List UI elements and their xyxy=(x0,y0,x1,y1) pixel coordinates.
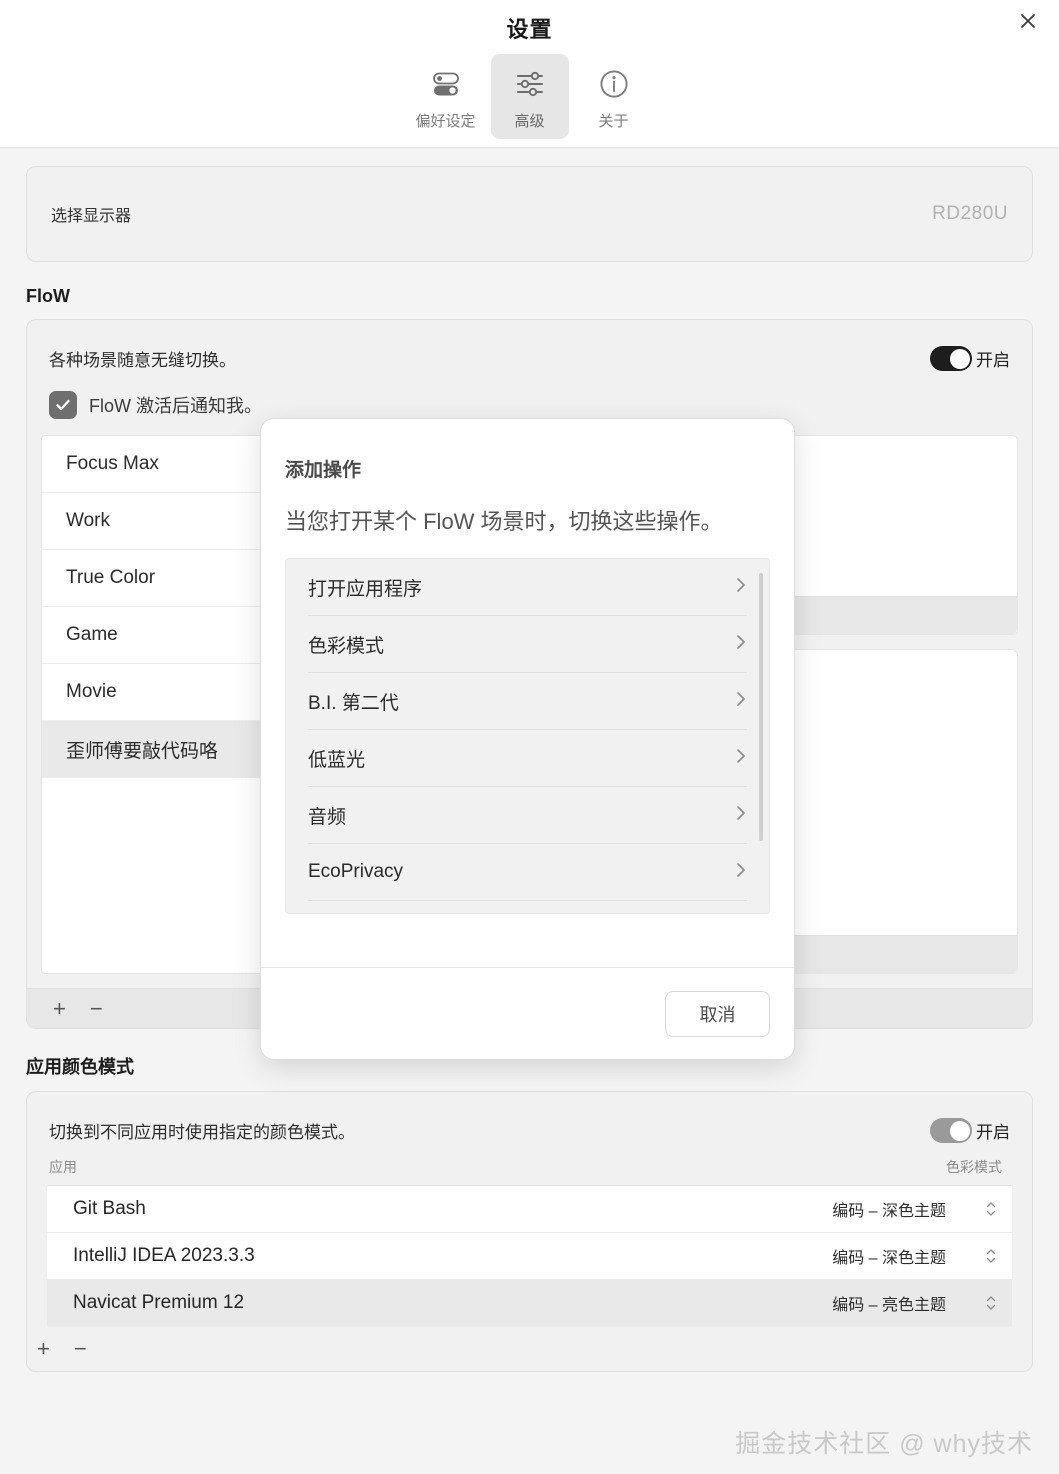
appmode-remove-button[interactable]: − xyxy=(74,1338,87,1360)
stepper-arrows-icon xyxy=(986,1202,996,1216)
monitor-selector[interactable]: 选择显示器 RD280U xyxy=(26,166,1033,262)
scene-item-label: True Color xyxy=(66,567,156,588)
appmode-toggle-switch[interactable] xyxy=(930,1118,972,1143)
flow-toggle-switch[interactable] xyxy=(930,346,972,371)
appmode-toggle[interactable]: 开启 xyxy=(930,1118,1010,1143)
chevron-right-icon xyxy=(735,633,747,655)
appmode-description: 切换到不同应用时使用指定的颜色模式。 xyxy=(49,1123,355,1142)
flow-notify-label: FloW 激活后通知我。 xyxy=(89,396,262,416)
appmode-toggle-label: 开启 xyxy=(976,1123,1010,1142)
list-item-label: EcoPrivacy xyxy=(308,861,404,882)
app-mode-value: 编码 – 深色主题 xyxy=(832,1203,946,1220)
list-item-label: 低蓝光 xyxy=(308,749,366,771)
app-mode-value: 编码 – 亮色主题 xyxy=(832,1297,946,1314)
close-icon xyxy=(1018,11,1038,36)
monitor-selector-label: 选择显示器 xyxy=(51,208,132,225)
list-item-label: 打开应用程序 xyxy=(308,578,423,600)
app-mode-value: 编码 – 深色主题 xyxy=(832,1250,946,1267)
dialog-footer: 取消 xyxy=(261,967,794,1059)
chevron-right-icon xyxy=(735,747,747,769)
app-name: Git Bash xyxy=(73,1198,146,1219)
flow-notify-checkbox[interactable] xyxy=(49,391,77,419)
list-item[interactable]: B.I. 第二代 xyxy=(308,673,747,730)
scene-item-label: Movie xyxy=(66,681,117,702)
flow-toggle-knob xyxy=(949,348,970,369)
table-row[interactable]: Git Bash 编码 – 深色主题 xyxy=(47,1186,1012,1233)
flow-section-title: FloW xyxy=(26,286,70,306)
column-header-app: 应用 xyxy=(49,1159,77,1175)
tab-preferences[interactable]: 偏好设定 xyxy=(407,54,485,139)
info-icon xyxy=(575,64,653,104)
page-title: 设置 xyxy=(506,17,553,42)
mode-stepper[interactable] xyxy=(980,1245,1002,1267)
check-icon xyxy=(56,399,70,411)
flow-description: 各种场景随意无缝切换。 xyxy=(49,351,236,370)
app-name: Navicat Premium 12 xyxy=(73,1292,245,1313)
chevron-right-icon xyxy=(735,576,747,598)
chevron-right-icon xyxy=(735,804,747,826)
tab-advanced-label: 高级 xyxy=(514,113,545,130)
scene-item-label: Work xyxy=(66,510,110,531)
appmode-toggle-knob xyxy=(949,1120,970,1141)
dialog-action-listbox: 打开应用程序 色彩模式 B.I. 第二代 低蓝光 音频 EcoPrivacy xyxy=(285,558,770,914)
list-item[interactable]: 低蓝光 xyxy=(308,730,747,787)
sliders-icon xyxy=(491,64,569,104)
scene-item-label: 歪师傅要敲代码咯 xyxy=(66,740,219,762)
scene-item-label: Focus Max xyxy=(66,453,159,474)
appmode-add-button[interactable]: + xyxy=(37,1338,50,1360)
stepper-arrows-icon xyxy=(986,1296,996,1310)
add-action-dialog: 添加操作 当您打开某个 FloW 场景时，切换这些操作。 打开应用程序 色彩模式… xyxy=(260,418,795,1060)
dialog-title: 添加操作 xyxy=(285,460,362,481)
list-item-label: B.I. 第二代 xyxy=(308,692,399,714)
table-row[interactable]: IntelliJ IDEA 2023.3.3 编码 – 深色主题 xyxy=(47,1233,1012,1280)
tab-about[interactable]: 关于 xyxy=(575,54,653,139)
app-name: IntelliJ IDEA 2023.3.3 xyxy=(73,1245,255,1266)
monitor-selector-value: RD280U xyxy=(932,203,1008,224)
list-item[interactable]: EcoPrivacy xyxy=(308,844,747,901)
chevron-right-icon xyxy=(735,690,747,712)
flow-remove-button[interactable]: − xyxy=(90,997,103,1020)
close-button[interactable] xyxy=(1011,6,1045,40)
list-item-label: 色彩模式 xyxy=(308,635,385,657)
tab-preferences-label: 偏好设定 xyxy=(415,113,476,130)
appmode-card: 切换到不同应用时使用指定的颜色模式。 开启 应用 色彩模式 Git Bash 编… xyxy=(26,1091,1033,1372)
appmode-list-toolbar: + − xyxy=(27,1327,1032,1371)
tab-advanced[interactable]: 高级 xyxy=(490,54,569,139)
column-header-mode: 色彩模式 xyxy=(946,1159,1002,1175)
list-item[interactable]: 打开应用程序 xyxy=(308,559,747,616)
chevron-right-icon xyxy=(735,861,747,883)
flow-header-row: 各种场景随意无缝切换。 开启 xyxy=(27,320,1032,377)
watermark: 掘金技术社区 @ why技术 xyxy=(735,1430,1033,1458)
dialog-list-scrollbar[interactable] xyxy=(759,573,763,841)
toggles-icon xyxy=(407,64,485,104)
appmode-column-headers: 应用 色彩模式 xyxy=(27,1151,1032,1185)
flow-toggle-label: 开启 xyxy=(976,351,1010,370)
appmode-header-row: 切换到不同应用时使用指定的颜色模式。 开启 xyxy=(27,1092,1032,1151)
scene-item-label: Game xyxy=(66,624,118,645)
dialog-action-list: 打开应用程序 色彩模式 B.I. 第二代 低蓝光 音频 EcoPrivacy xyxy=(286,559,769,901)
settings-tabbar: 偏好设定 高级 关于 xyxy=(0,54,1059,139)
list-item[interactable]: 色彩模式 xyxy=(308,616,747,673)
mode-stepper[interactable] xyxy=(980,1292,1002,1314)
appmode-table: Git Bash 编码 – 深色主题 IntelliJ IDEA 2023.3.… xyxy=(47,1185,1012,1327)
cancel-button[interactable]: 取消 xyxy=(665,990,770,1037)
flow-add-button[interactable]: + xyxy=(53,997,66,1020)
list-item[interactable]: 音频 xyxy=(308,787,747,844)
stepper-arrows-icon xyxy=(986,1249,996,1263)
dialog-subtitle: 当您打开某个 FloW 场景时，切换这些操作。 xyxy=(285,509,723,534)
window-titlebar: 设置 偏好设定 高级 关于 xyxy=(0,0,1059,148)
mode-stepper[interactable] xyxy=(980,1198,1002,1220)
flow-toggle[interactable]: 开启 xyxy=(930,346,1010,371)
list-item-label: 音频 xyxy=(308,806,347,828)
table-row-selected[interactable]: Navicat Premium 12 编码 – 亮色主题 xyxy=(47,1280,1012,1327)
tab-about-label: 关于 xyxy=(598,113,629,130)
